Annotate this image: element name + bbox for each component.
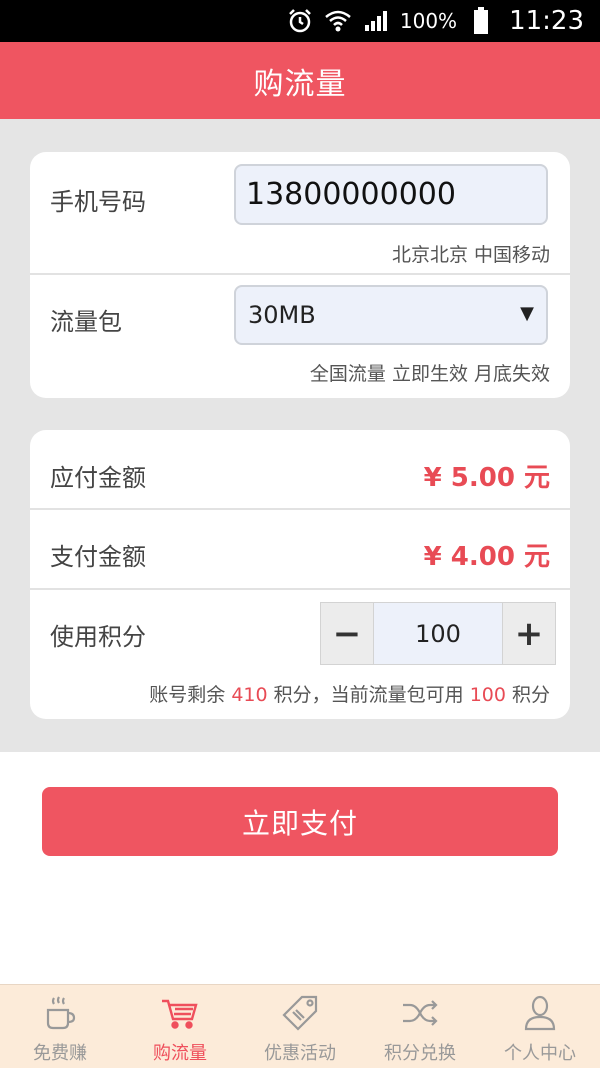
points-note: 账号剩余 410 积分，当前流量包可用 100 积分 [149,684,550,706]
nav-item-free-earn[interactable]: 免费赚 [0,985,120,1068]
divider [30,273,570,275]
page-title: 购流量 [253,66,347,102]
page-title-bar: 购流量 [0,42,600,119]
payable-amount-label: 应付金额 [50,464,146,492]
phone-number-input[interactable]: 13800000000 [234,164,548,225]
payable-amount-value: ¥ 5.00 元 [423,463,550,493]
remaining-points: 410 [231,684,268,706]
bottom-nav: 免费赚 购流量 优惠活动 积分兑换 个人中心 [0,984,600,1068]
phone-location: 北京北京 中国移动 [391,244,550,266]
package-label: 流量包 [50,308,122,336]
package-description: 全国流量 立即生效 月底失效 [309,363,550,385]
phone-label: 手机号码 [50,188,146,216]
phone-number-value: 13800000000 [246,177,456,212]
pay-amount-label: 支付金额 [50,543,146,571]
nav-item-points-exchange[interactable]: 积分兑换 [360,985,480,1068]
nav-item-promotions[interactable]: 优惠活动 [240,985,360,1068]
battery-icon [467,7,495,35]
order-info-card: 手机号码 13800000000 北京北京 中国移动 流量包 30MB ▼ 全国… [30,152,570,398]
divider [30,588,570,590]
pay-now-button[interactable]: 立即支付 [42,787,558,856]
nav-item-buy-traffic[interactable]: 购流量 [120,985,240,1068]
alarm-icon [286,7,314,35]
shuffle-icon [400,993,440,1033]
status-bar: 100% 11:23 [0,0,600,42]
content-area: 手机号码 13800000000 北京北京 中国移动 流量包 30MB ▼ 全国… [0,119,600,752]
use-points-label: 使用积分 [50,623,146,651]
increment-button[interactable]: + [503,603,555,664]
points-stepper: − 100 + [320,602,556,665]
nav-item-profile[interactable]: 个人中心 [480,985,600,1068]
dropdown-arrow-icon: ▼ [520,303,534,324]
discount-tag-icon [280,993,320,1033]
package-select[interactable]: 30MB ▼ [234,285,548,345]
divider [30,508,570,510]
package-selected-value: 30MB [248,301,316,329]
wifi-icon [324,7,352,35]
pay-amount-value: ¥ 4.00 元 [423,542,550,572]
payment-card: 应付金额 ¥ 5.00 元 支付金额 ¥ 4.00 元 使用积分 − 100 +… [30,430,570,719]
points-input[interactable]: 100 [373,603,503,664]
signal-icon [362,7,390,35]
decrement-button[interactable]: − [321,603,373,664]
user-icon [520,993,560,1033]
battery-percent: 100% [399,9,458,33]
usable-points: 100 [469,684,506,706]
shopping-cart-icon [160,993,200,1033]
coffee-cup-icon [40,993,80,1033]
clock: 11:23 [509,6,584,36]
